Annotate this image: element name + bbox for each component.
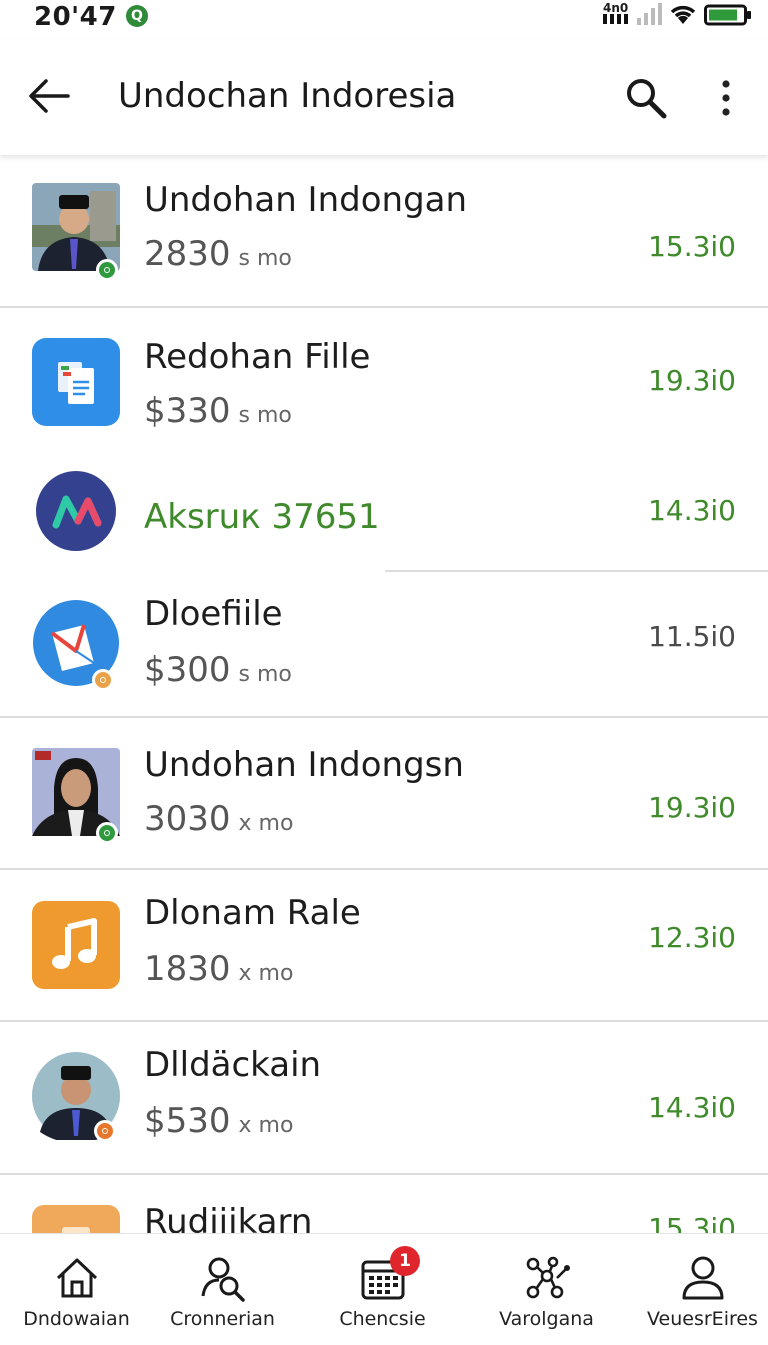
item-value: 14.3i0 — [648, 494, 736, 527]
page-title: Undochan Indoresia — [118, 76, 457, 116]
nav-label: VeuesrEires — [647, 1308, 758, 1330]
item-price: $530 x mo — [144, 1101, 294, 1141]
network-activity-icon — [603, 14, 628, 24]
item-price: 2830 s mo — [144, 234, 292, 274]
item-value: 14.3i0 — [648, 1091, 736, 1124]
item-name: Redohan Fille — [144, 337, 371, 377]
more-options-icon[interactable] — [712, 78, 740, 118]
list-item[interactable]: Aksruк 37651 14.3i0 — [0, 458, 768, 573]
file-app-icon — [32, 338, 120, 426]
item-name: Undohan Indongsn — [144, 745, 464, 785]
status-bar: 20'47 Q 4n0 — [0, 0, 768, 40]
battery-icon — [704, 4, 751, 26]
list-item[interactable]: Redohan Fille $330 s mo 19.3i0 — [0, 308, 768, 458]
person-photo-icon — [32, 1052, 120, 1142]
divider — [385, 570, 768, 572]
status-badge — [96, 259, 118, 281]
wifi-icon — [670, 5, 696, 24]
notification-icon: Q — [126, 5, 148, 27]
notification-count-badge: 1 — [390, 1246, 420, 1276]
search-icon[interactable] — [624, 76, 668, 120]
list-item[interactable]: Dlldäckain $530 x mo 14.3i0 — [0, 1022, 768, 1175]
person-photo-icon — [32, 748, 120, 844]
list-item[interactable]: Undohan Indongan 2830 s mo 15.3i0 — [0, 155, 768, 308]
orange-app-icon — [32, 1205, 120, 1233]
cell-signal-icon — [637, 3, 662, 25]
back-arrow-icon[interactable] — [26, 76, 72, 116]
list-item[interactable]: Rudiiikarn 15.3i0 — [0, 1175, 768, 1233]
item-price: $300 s mo — [144, 650, 292, 690]
item-price: $330 s mo — [144, 391, 292, 431]
subscription-list: Undohan Indongan 2830 s mo 15.3i0 Redohan… — [0, 155, 768, 1233]
nav-label: Dndowaian — [23, 1308, 130, 1330]
network-type-label: 4n0 — [603, 1, 629, 15]
item-value: 19.3i0 — [648, 364, 736, 397]
item-value: 11.5i0 — [648, 620, 736, 653]
person-photo-icon — [32, 183, 120, 281]
item-name: Dloefiile — [144, 594, 283, 634]
item-price: 3030 x mo — [144, 799, 294, 839]
item-value: 15.3i0 — [648, 230, 736, 263]
status-time: 20'47 — [34, 2, 117, 32]
list-item[interactable]: Dlonam Rale 1830 x mo 12.3i0 — [0, 870, 768, 1022]
item-name: Undohan Indongan — [144, 180, 468, 220]
list-item[interactable]: Undohan Indongsn 3030 x mo 19.3i0 — [0, 718, 768, 870]
nav-item-search-people[interactable]: Cronnerian — [146, 1234, 299, 1345]
nav-label: Varolgana — [499, 1308, 594, 1330]
item-price: 1830 x mo — [144, 949, 294, 989]
nav-item-home[interactable]: Dndowaian — [0, 1234, 153, 1345]
music-app-icon — [32, 901, 120, 989]
item-name: Aksruк 37651 — [144, 497, 380, 537]
status-badge — [92, 669, 114, 691]
nav-item-profile[interactable]: VeuesrEires — [626, 1234, 768, 1345]
list-item[interactable]: Dloefiile $300 s mo 11.5i0 — [0, 573, 768, 718]
nav-label: Cronnerian — [170, 1308, 275, 1330]
person-search-icon — [201, 1257, 245, 1302]
home-icon — [56, 1258, 97, 1298]
mail-app-icon — [32, 599, 120, 691]
status-badge — [94, 1120, 116, 1142]
item-name: Dlonam Rale — [144, 893, 361, 933]
network-icon — [526, 1256, 570, 1299]
nav-label: Chencsie — [339, 1308, 426, 1330]
item-value: 15.3i0 — [648, 1212, 736, 1233]
profile-icon — [682, 1256, 723, 1300]
analytics-app-icon — [32, 467, 120, 555]
bottom-navigation: Dndowaian Cronnerian Chencsie 1 Varolgan… — [0, 1233, 768, 1345]
nav-item-network[interactable]: Varolgana — [470, 1234, 623, 1345]
item-name: Rudiiikarn — [144, 1202, 313, 1233]
item-value: 12.3i0 — [648, 921, 736, 954]
item-value: 19.3i0 — [648, 791, 736, 824]
status-badge — [96, 822, 118, 844]
nav-item-calendar[interactable]: Chencsie — [306, 1234, 459, 1345]
item-name: Dlldäckain — [144, 1045, 322, 1085]
app-bar: Undochan Indoresia — [0, 40, 768, 155]
